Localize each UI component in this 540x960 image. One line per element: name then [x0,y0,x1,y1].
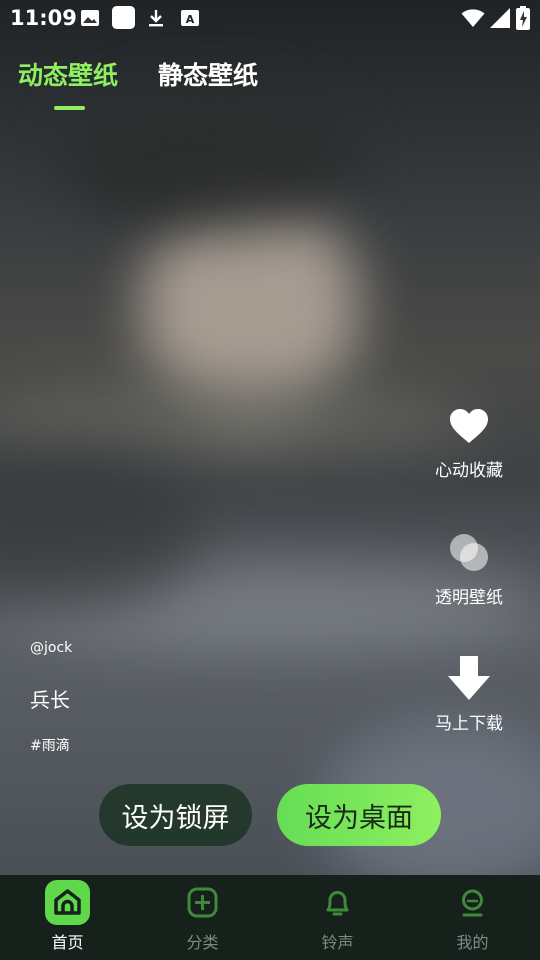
transparent-wallpaper-action[interactable]: 透明壁纸 [419,531,519,608]
nav-item-ringtone[interactable]: 铃声 [270,875,405,960]
home-icon [45,880,90,925]
favorite-label: 心动收藏 [435,461,503,481]
wallpaper-title: 兵长 [30,688,70,712]
image-icon [81,10,99,26]
nav-label-profile: 我的 [456,933,489,952]
bottom-navigation: 首页 分类 铃声 我的 [0,875,540,960]
plus-circle-icon [180,880,225,925]
active-tab-indicator [54,106,85,110]
download-status-icon [149,10,163,27]
wallpaper-tag[interactable]: #雨滴 [30,735,70,755]
nav-item-profile[interactable]: 我的 [405,875,540,960]
download-label: 马上下载 [435,714,503,734]
nav-item-home[interactable]: 首页 [0,875,135,960]
text-a-icon: A [181,10,199,26]
square-icon [112,6,135,29]
download-arrow-icon [448,656,490,700]
heart-icon [450,409,488,443]
tab-dynamic-wallpaper[interactable]: 动态壁纸 [18,56,118,92]
favorite-action[interactable]: 心动收藏 [419,408,519,481]
user-icon [450,880,495,925]
nav-item-category[interactable]: 分类 [135,875,270,960]
nav-label-category: 分类 [186,933,219,952]
bell-icon [315,880,360,925]
status-bar: 11:09 A [0,0,540,36]
status-time: 11:09 [10,6,77,30]
nav-label-ringtone: 铃声 [321,933,354,952]
svg-text:A: A [186,13,195,26]
tab-static-wallpaper[interactable]: 静态壁纸 [158,56,258,92]
wallpaper-type-tabs: 动态壁纸 静态壁纸 [0,52,540,112]
nav-label-home: 首页 [51,933,84,952]
set-desktop-button[interactable]: 设为桌面 [277,784,441,846]
download-action[interactable]: 马上下载 [419,655,519,734]
overlapping-circles-icon [450,534,488,571]
signal-icon [490,8,510,28]
wifi-icon [461,9,485,27]
set-lock-screen-button[interactable]: 设为锁屏 [99,784,252,846]
transparent-label: 透明壁纸 [435,588,503,608]
author-name[interactable]: @jock [30,640,72,656]
battery-icon [516,6,530,30]
